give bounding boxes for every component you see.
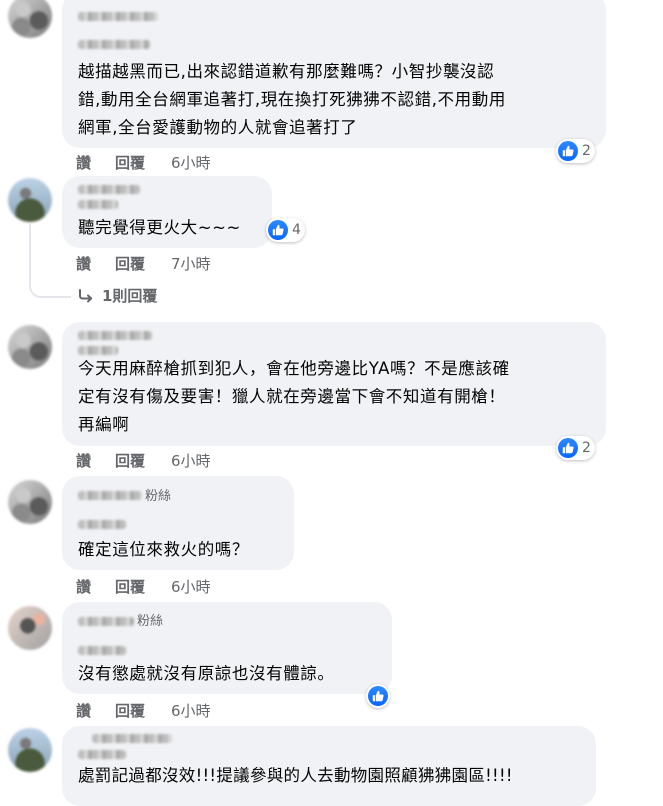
commenter-badge-redacted [78,40,150,49]
reply-link[interactable]: 回覆 [115,700,145,721]
view-replies-link[interactable]: 1則回覆 [78,285,157,306]
commenter-name-redacted[interactable] [78,491,142,500]
reply-link[interactable]: 回覆 [115,152,145,173]
thumbs-up-icon [268,220,288,240]
comment-text-line: 再編啊 [78,415,130,434]
comment-text-line: 今天用麻醉槍抓到犯人，會在他旁邊比YA嗎？不是應該確 [78,359,510,378]
comment-text: 沒有懲處就沒有原諒也沒有體諒。 [78,664,335,683]
reply-link[interactable]: 回覆 [115,450,145,471]
commenter-avatar[interactable] [8,325,52,369]
commenter-avatar[interactable] [8,480,52,524]
comment-text: 聽完覺得更火大~~~ [78,218,241,237]
thread-connector [29,270,71,298]
comment-text-line: 定有沒有傷及要害！獵人就在旁邊當下會不知道有開槍！ [78,387,506,406]
reaction-count: 2 [582,143,591,159]
commenter-name-redacted[interactable] [78,185,140,194]
comment-text: 確定這位來救火的嗎？ [78,540,249,559]
thumbs-up-icon [558,141,578,161]
thumbs-up-icon [558,438,578,458]
follower-badge-label: 粉絲 [145,489,172,504]
comment-text-line: 網軍,全台愛護動物的人就會追著打了 [78,118,358,137]
follower-badge-label: 粉絲 [137,614,164,629]
commenter-name-redacted[interactable] [92,734,172,743]
timestamp-link[interactable]: 6小時 [171,450,211,471]
like-link[interactable]: 讚 [76,700,91,721]
thumbs-up-icon [368,686,388,706]
timestamp-link[interactable]: 6小時 [171,700,211,721]
reply-link[interactable]: 回覆 [115,253,145,274]
reaction-summary[interactable] [366,684,390,708]
comment-text-line: 錯,動用全台網軍追著打,現在換打死狒狒不認錯,不用動用 [78,90,506,109]
thread-connector [29,224,31,272]
commenter-badge-redacted [78,646,126,655]
commenter-name-redacted[interactable] [78,12,158,21]
timestamp-link[interactable]: 6小時 [171,152,211,173]
commenter-name-redacted[interactable] [78,331,152,340]
like-link[interactable]: 讚 [76,253,91,274]
reaction-count: 4 [292,222,301,238]
reaction-summary[interactable]: 2 [556,139,595,163]
reaction-summary[interactable]: 2 [556,436,595,460]
comment-text: 處罰記過都沒效!!!提議參與的人去動物園照顧狒狒園區!!!! [78,766,513,785]
commenter-avatar[interactable] [8,728,52,772]
like-link[interactable]: 讚 [76,450,91,471]
replies-count-label: 1則回覆 [102,287,158,305]
like-link[interactable]: 讚 [76,576,91,597]
commenter-badge-redacted [78,750,126,759]
timestamp-link[interactable]: 7小時 [171,253,211,274]
commenter-badge-redacted [78,200,118,209]
reaction-summary[interactable]: 4 [266,218,305,242]
commenter-avatar[interactable] [8,606,52,650]
commenter-avatar[interactable] [8,178,52,222]
like-link[interactable]: 讚 [76,152,91,173]
commenter-badge-redacted [78,346,118,355]
timestamp-link[interactable]: 6小時 [171,576,211,597]
commenter-badge-redacted [78,520,126,529]
commenter-name-redacted[interactable] [78,617,134,626]
reaction-count: 2 [582,440,591,456]
comment-text-line: 越描越黑而已,出來認錯道歉有那麼難嗎？小智抄襲沒認 [78,62,495,81]
reply-link[interactable]: 回覆 [115,576,145,597]
reply-arrow-icon [79,288,93,302]
commenter-avatar[interactable] [8,0,52,38]
